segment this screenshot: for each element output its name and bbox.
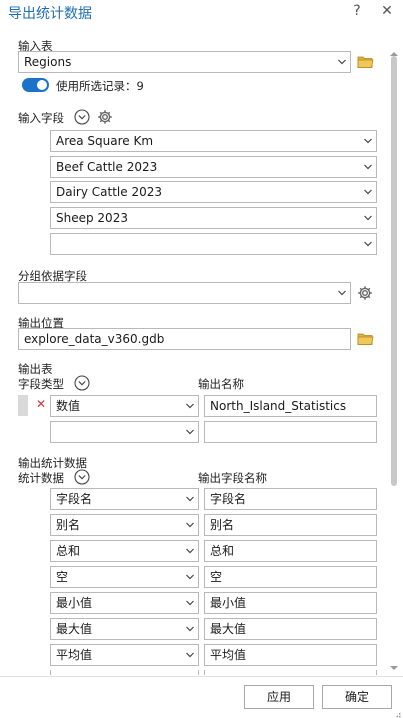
stat-field-name-input[interactable]: 最大值 [204,618,377,640]
gear-icon[interactable] [97,109,113,125]
chevron-down-icon [186,547,194,555]
use-selected-label: 使用所选记录：9 [56,78,144,94]
chevron-down-icon [186,625,194,633]
field-name-header: 输出字段名称 [198,471,267,485]
help-button[interactable]: ? [349,3,365,19]
field-type-dropdown-empty[interactable] [50,421,199,443]
input-field-dropdown[interactable]: Beef Cattle 2023 [50,156,377,178]
stat-field-name-partial [204,670,377,675]
stat-dropdown-partial [50,670,199,675]
stat-field-name-input[interactable]: 别名 [204,514,377,536]
output-table-label: 输出表 [18,362,53,376]
stat-dropdown[interactable]: 别名 [50,514,199,536]
chevron-down-icon [364,188,372,196]
stat-dropdown[interactable]: 最小值 [50,592,199,614]
stat-field-name-value: 别名 [210,518,235,532]
output-name-value: North_Island_Statistics [210,399,347,413]
browse-folder-icon[interactable] [357,55,374,69]
use-selected-count: 9 [136,79,144,93]
field-type-dropdown[interactable]: 数值 [50,395,199,417]
scrollbar-thumb[interactable] [391,56,397,486]
close-button[interactable]: ✕ [379,3,395,19]
stat-field-name-input[interactable]: 平均值 [204,644,377,666]
stat-dropdown[interactable]: 字段名 [50,488,199,510]
stat-field-name-input[interactable]: 字段名 [204,488,377,510]
stat-dropdown[interactable]: 平均值 [50,644,199,666]
apply-button[interactable]: 应用 [244,685,314,709]
browse-folder-icon[interactable] [357,332,374,346]
chevron-down-icon [364,240,372,248]
group-by-dropdown[interactable] [18,282,351,304]
stat-value: 别名 [56,518,81,532]
input-field-value: Sheep 2023 [56,211,128,225]
use-selected-text: 使用所选记录： [56,79,137,93]
stat-field-name-value: 最大值 [210,622,247,636]
stat-field-name-value: 最小值 [210,596,247,610]
chevron-down-icon [364,163,372,171]
stat-dropdown[interactable]: 总和 [50,540,199,562]
chevron-down-icon [364,214,372,222]
output-name-input-empty[interactable] [204,421,377,443]
stat-field-name-input[interactable]: 最小值 [204,592,377,614]
gear-icon[interactable] [357,285,373,301]
stat-value: 平均值 [56,648,93,662]
stat-field-name-input[interactable]: 总和 [204,540,377,562]
input-field-value: Beef Cattle 2023 [56,160,158,174]
chevron-down-icon [186,495,194,503]
chevron-down-icon [364,137,372,145]
field-type-header: 字段类型 [18,377,64,391]
collapse-chevron-icon[interactable] [74,375,90,391]
window-title: 导出统计数据 [8,6,92,22]
resize-grip-icon[interactable] [394,709,401,718]
stat-header: 统计数据 [18,471,64,485]
output-name-header: 输出名称 [198,377,244,391]
chevron-down-icon [338,289,346,297]
chevron-down-icon [338,58,346,66]
row-selector[interactable] [18,395,28,416]
input-field-value: Area Square Km [56,134,154,148]
output-location-input[interactable]: explore_data_v360.gdb [18,328,351,350]
input-fields-label: 输入字段 [18,111,64,125]
field-type-value: 数值 [56,399,81,413]
ok-button[interactable]: 确定 [322,685,392,709]
chevron-down-icon [186,428,194,436]
input-field-dropdown[interactable]: Sheep 2023 [50,207,377,229]
stat-value: 最大值 [56,622,93,636]
stat-dropdown[interactable]: 空 [50,566,199,588]
chevron-down-icon [186,521,194,529]
input-table-value: Regions [24,55,72,69]
collapse-chevron-icon[interactable] [74,469,90,485]
input-field-dropdown[interactable]: Area Square Km [50,130,377,152]
input-field-value: Dairy Cattle 2023 [56,185,162,199]
stat-dropdown[interactable]: 最大值 [50,618,199,640]
chevron-down-icon [186,651,194,659]
input-field-dropdown[interactable]: Dairy Cattle 2023 [50,181,377,203]
input-table-dropdown[interactable]: Regions [18,51,351,73]
scroll-down-icon[interactable] [390,660,398,674]
chevron-down-icon [186,599,194,607]
output-name-input[interactable]: North_Island_Statistics [204,395,377,417]
stat-value: 字段名 [56,492,93,506]
output-location-value: explore_data_v360.gdb [24,332,165,346]
stat-field-name-value: 空 [210,570,223,584]
stat-field-name-value: 字段名 [210,492,247,506]
stat-value: 最小值 [56,596,93,610]
use-selected-toggle[interactable] [22,78,49,92]
collapse-chevron-icon[interactable] [74,109,90,125]
stat-value: 总和 [56,544,81,558]
stat-value: 空 [56,570,69,584]
chevron-down-icon [186,573,194,581]
stat-field-name-input[interactable]: 空 [204,566,377,588]
remove-row-icon[interactable]: ✕ [36,397,46,411]
stat-field-name-value: 平均值 [210,648,247,662]
chevron-down-icon [186,402,194,410]
input-field-dropdown-empty[interactable] [50,233,377,255]
stat-field-name-value: 总和 [210,544,235,558]
